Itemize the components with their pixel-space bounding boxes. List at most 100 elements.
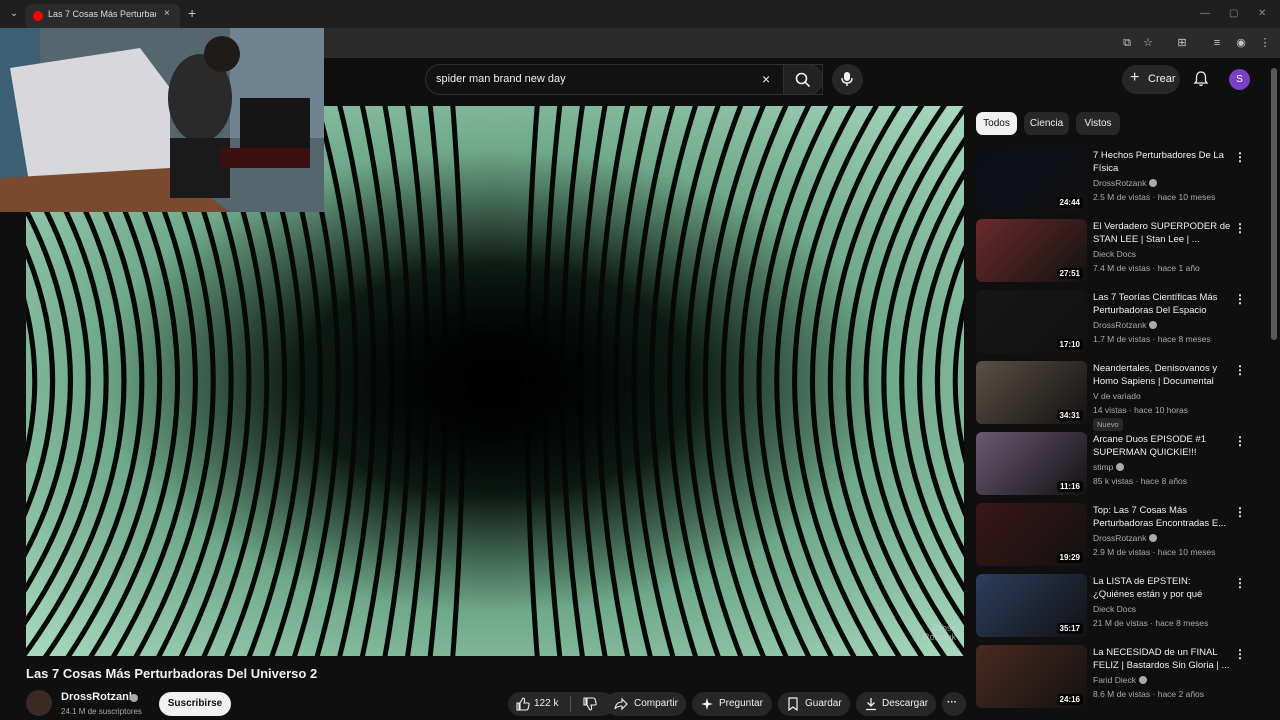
- tab-title: Las 7 Cosas Más Perturbadoras: [48, 9, 156, 19]
- extensions-icon[interactable]: ⊞: [1175, 36, 1189, 50]
- video-thumbnail[interactable]: 17:10: [976, 290, 1087, 353]
- voice-search-button[interactable]: [832, 64, 863, 95]
- more-options-icon[interactable]: ⋮: [1234, 150, 1246, 164]
- watermark-line-2: Rotzank: [922, 632, 956, 642]
- profile-icon[interactable]: ◉: [1234, 36, 1248, 50]
- recommendation-title[interactable]: Neandertales, Denisovanos y Homo Sapiens…: [1093, 362, 1231, 388]
- verified-icon: [1138, 676, 1147, 684]
- download-icon: [866, 698, 876, 711]
- video-thumbnail[interactable]: 24:16: [976, 645, 1087, 708]
- recommendation-title[interactable]: Top: Las 7 Cosas Más Perturbadoras Encon…: [1093, 504, 1231, 530]
- recommendation-meta: 85 k vistas · hace 8 años: [1093, 476, 1188, 486]
- recommendation-item[interactable]: 17:10 Las 7 Teorías Científicas Más Pertu…: [976, 290, 1262, 356]
- more-options-icon[interactable]: ⋮: [1234, 292, 1246, 306]
- more-options-icon[interactable]: ⋮: [1234, 505, 1246, 519]
- search-button[interactable]: [783, 64, 823, 95]
- recommendation-channel[interactable]: DrossRotzank: [1093, 533, 1158, 543]
- window-close-icon[interactable]: ✕: [1258, 8, 1266, 19]
- more-options-icon[interactable]: ⋮: [1234, 434, 1246, 448]
- video-thumbnail[interactable]: 11:16: [976, 432, 1087, 495]
- chip-ciencia[interactable]: Ciencia: [1024, 112, 1069, 135]
- search-clear-icon[interactable]: ×: [762, 71, 770, 87]
- recommendation-meta: 2.9 M de vistas · hace 10 meses: [1093, 547, 1216, 557]
- like-dislike-group: 122 k: [508, 692, 614, 716]
- more-options-icon[interactable]: ⋮: [1234, 221, 1246, 235]
- save-button[interactable]: Guardar: [778, 692, 850, 716]
- recommendation-title[interactable]: 7 Hechos Perturbadores De La Física: [1093, 149, 1231, 175]
- install-app-icon[interactable]: ⧉: [1120, 36, 1134, 50]
- browser-menu-icon[interactable]: ⋮: [1258, 36, 1272, 50]
- video-title: Las 7 Cosas Más Perturbadoras Del Univer…: [26, 666, 318, 681]
- browser-tab[interactable]: Las 7 Cosas Más Perturbadoras ×: [26, 4, 180, 28]
- tab-list-chevron-icon[interactable]: ⌄: [6, 6, 22, 22]
- verified-icon: [1149, 321, 1158, 329]
- subscribe-button[interactable]: Suscribirse: [159, 692, 231, 716]
- minimize-icon[interactable]: —: [1200, 8, 1210, 19]
- video-duration: 19:29: [1056, 552, 1083, 563]
- new-badge: Nuevo: [1093, 418, 1123, 431]
- channel-name[interactable]: DrossRotzank: [61, 691, 135, 703]
- chip-todos[interactable]: Todos: [976, 112, 1017, 135]
- maximize-icon[interactable]: ▢: [1229, 8, 1238, 19]
- video-duration: 24:44: [1056, 197, 1083, 208]
- more-options-icon[interactable]: ⋮: [1234, 647, 1246, 661]
- recommendation-channel[interactable]: Dieck Docs: [1093, 604, 1136, 614]
- ask-button[interactable]: Preguntar: [692, 692, 772, 716]
- create-button[interactable]: + Crear: [1122, 65, 1180, 94]
- page-scrollbar[interactable]: [1271, 68, 1277, 340]
- share-icon: [614, 697, 628, 711]
- channel-name-text: Dieck Docs: [1093, 604, 1136, 614]
- notifications-bell-icon[interactable]: [1192, 70, 1210, 88]
- user-avatar[interactable]: S: [1229, 69, 1250, 90]
- recommendation-channel[interactable]: DrossRotzank: [1093, 320, 1158, 330]
- recommendation-channel[interactable]: Dieck Docs: [1093, 249, 1136, 259]
- bookmark-star-icon[interactable]: ☆: [1141, 36, 1155, 50]
- video-thumbnail[interactable]: 27:51: [976, 219, 1087, 282]
- recommendation-item[interactable]: 19:29 Top: Las 7 Cosas Más Perturbadoras …: [976, 503, 1262, 569]
- recommendation-item[interactable]: 24:44 7 Hechos Perturbadores De La Física…: [976, 148, 1262, 214]
- recommendation-channel[interactable]: Farid Dieck: [1093, 675, 1147, 685]
- recommendation-title[interactable]: Arcane Duos EPISODE #1 SUPERMAN QUICKIE!…: [1093, 433, 1231, 459]
- recommendation-item[interactable]: 34:31 Neandertales, Denisovanos y Homo Sa…: [976, 361, 1262, 431]
- plus-icon: +: [1130, 69, 1140, 86]
- channel-avatar[interactable]: [26, 690, 52, 716]
- download-button[interactable]: Descargar: [856, 692, 936, 716]
- share-button[interactable]: Compartir: [606, 692, 686, 716]
- tab-close-icon[interactable]: ×: [164, 8, 170, 19]
- verified-icon: [1149, 179, 1158, 187]
- recommendation-channel[interactable]: V de variado: [1093, 391, 1141, 401]
- reading-list-icon[interactable]: ≡: [1210, 36, 1224, 50]
- recommendation-meta: 14 vistas · hace 10 horas: [1093, 405, 1188, 415]
- new-tab-button[interactable]: +: [188, 6, 196, 20]
- video-thumbnail[interactable]: 34:31: [976, 361, 1087, 424]
- like-button[interactable]: 122 k: [508, 692, 568, 716]
- recommendation-channel[interactable]: DrossRotzank: [1093, 178, 1158, 188]
- recommendation-item[interactable]: 35:17 La LISTA de EPSTEIN: ¿Quiénes están…: [976, 574, 1262, 640]
- recommendation-title[interactable]: El Verdadero SUPERPODER de STAN LEE | St…: [1093, 220, 1231, 246]
- video-thumbnail[interactable]: 24:44: [976, 148, 1087, 211]
- recommendation-meta: 7.4 M de vistas · hace 1 año: [1093, 263, 1200, 273]
- channel-name-text: Farid Dieck: [1093, 675, 1136, 685]
- recommendation-title[interactable]: Las 7 Teorías Científicas Más Perturbado…: [1093, 291, 1231, 317]
- recommendation-title[interactable]: La NECESIDAD de un FINAL FELIZ | Bastard…: [1093, 646, 1231, 672]
- create-label: Crear: [1148, 73, 1176, 85]
- recommendation-title[interactable]: La LISTA de EPSTEIN: ¿Quiénes están y po…: [1093, 575, 1231, 602]
- recommendation-item[interactable]: 27:51 El Verdadero SUPERPODER de STAN LEE…: [976, 219, 1262, 285]
- recommendation-channel[interactable]: stimp: [1093, 462, 1125, 472]
- more-actions-button[interactable]: ···: [942, 692, 966, 716]
- search-input[interactable]: spider man brand new day ×: [425, 64, 823, 95]
- chip-vistos[interactable]: Vistos: [1076, 112, 1120, 135]
- video-thumbnail[interactable]: 35:17: [976, 574, 1087, 637]
- recommendation-item[interactable]: 11:16 Arcane Duos EPISODE #1 SUPERMAN QUI…: [976, 432, 1262, 498]
- thumbs-down-icon: [583, 697, 597, 711]
- channel-name-text: DrossRotzank: [1093, 320, 1147, 330]
- more-options-icon[interactable]: ⋮: [1234, 363, 1246, 377]
- video-thumbnail[interactable]: 19:29: [976, 503, 1087, 566]
- webcam-overlay: [0, 28, 324, 212]
- more-options-icon[interactable]: ⋮: [1234, 576, 1246, 590]
- youtube-favicon-icon: [33, 11, 43, 21]
- sparkle-icon: [701, 698, 713, 710]
- download-label: Descargar: [882, 698, 929, 709]
- ask-label: Preguntar: [719, 698, 763, 709]
- recommendation-item[interactable]: 24:16 La NECESIDAD de un FINAL FELIZ | Ba…: [976, 645, 1262, 711]
